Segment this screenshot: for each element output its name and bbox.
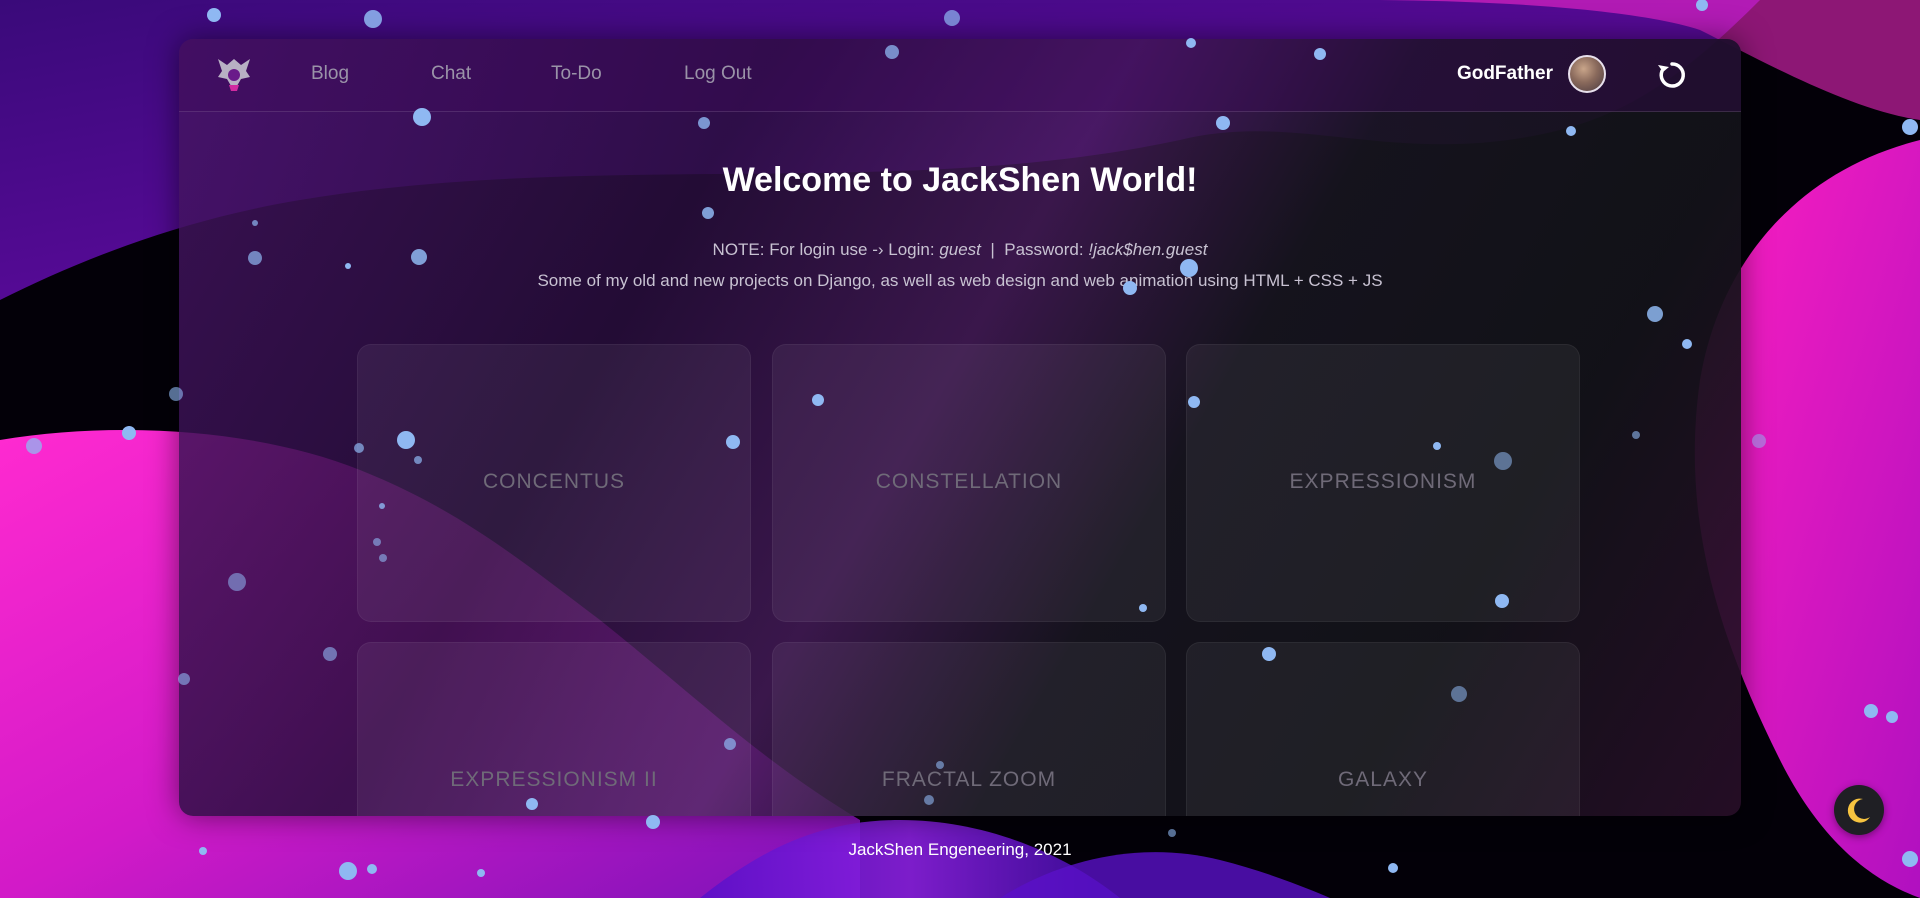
nav-link-blog[interactable]: Blog — [311, 63, 349, 85]
card-label: EXPRESSIONISM II — [450, 768, 658, 791]
project-card-expressionism-ii[interactable]: EXPRESSIONISM II — [357, 642, 751, 816]
page-title: Welcome to JackShen World! — [722, 161, 1198, 199]
card-label: CONSTELLATION — [875, 470, 1063, 493]
card-label: GALAXY — [1337, 768, 1429, 791]
note-prefix: NOTE: For login use -› Login: — [712, 240, 935, 259]
project-card-concentus[interactable]: CONCENTUS — [357, 344, 751, 622]
card-label: CONCENTUS — [482, 470, 625, 493]
navbar: Blog Chat To-Do Log Out GodFather — [179, 39, 1741, 112]
project-card-constellation[interactable]: CONSTELLATION — [772, 344, 1166, 622]
nav-link-chat[interactable]: Chat — [431, 63, 471, 85]
card-label: FRACTAL ZOOM — [881, 768, 1057, 791]
login-note: NOTE: For login use -› Login: guest | Pa… — [179, 240, 1741, 260]
project-card-fractal-zoom[interactable]: FRACTAL ZOOM — [772, 642, 1166, 816]
nav-link-todo[interactable]: To-Do — [551, 63, 602, 85]
project-card-galaxy[interactable]: GALAXY — [1186, 642, 1580, 816]
card-label: EXPRESSIONISM — [1289, 470, 1477, 493]
refresh-icon[interactable] — [1654, 57, 1690, 93]
page-description: Some of my old and new projects on Djang… — [537, 271, 1383, 290]
username[interactable]: GodFather — [1457, 63, 1553, 85]
password-value: !jack$hen.guest — [1088, 240, 1208, 259]
theme-toggle-button[interactable] — [1834, 785, 1884, 835]
nav-link-logout[interactable]: Log Out — [684, 63, 752, 85]
password-label: Password: — [1004, 240, 1084, 259]
eagle-logo-icon[interactable] — [215, 55, 253, 95]
footer-text: JackShen Engeneering, 2021 — [848, 840, 1072, 859]
project-card-expressionism[interactable]: EXPRESSIONISM — [1186, 344, 1580, 622]
main-panel: Blog Chat To-Do Log Out GodFather Welcom… — [179, 39, 1741, 816]
login-value: guest — [939, 240, 981, 259]
moon-icon — [1847, 798, 1870, 823]
avatar[interactable] — [1568, 55, 1606, 93]
note-separator: | — [990, 240, 995, 259]
